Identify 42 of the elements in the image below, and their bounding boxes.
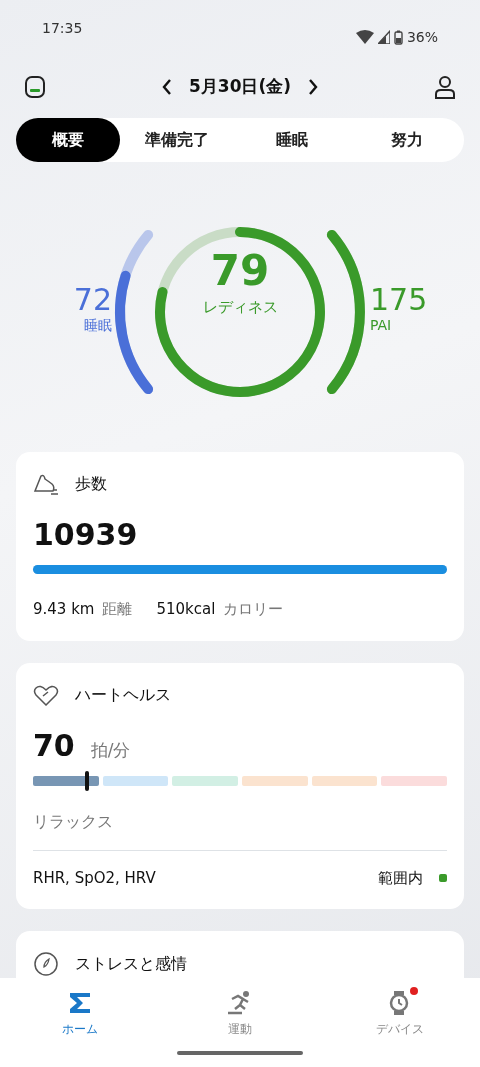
calories-value: 510kcal	[156, 599, 216, 620]
gauge-icon	[33, 951, 59, 977]
shoe-icon	[33, 472, 59, 496]
battery-icon	[393, 29, 403, 45]
card-title: ハートヘルス	[75, 683, 171, 706]
clock-time: 17:35	[42, 19, 83, 38]
tab[interactable]: 概要	[16, 118, 120, 162]
tab[interactable]: 努力	[349, 118, 464, 162]
score-label: 睡眠	[84, 316, 112, 335]
nav-tab[interactable]: ホーム	[0, 978, 160, 1039]
metrics-label: RHR, SpO2, HRV	[33, 867, 156, 889]
distance-value: 9.43 km	[33, 599, 95, 620]
score-label: PAI	[370, 316, 392, 335]
card-title: 歩数	[75, 473, 107, 495]
status-label: 範囲内	[378, 867, 423, 889]
heart-health-card[interactable]: ハートヘルス 70 拍/分 リラックス RHR, SpO2, HRV 範囲内	[16, 662, 464, 909]
stress-card[interactable]: ストレスと感情	[16, 931, 464, 978]
person-icon[interactable]	[434, 75, 456, 99]
steps-value: 10939	[33, 516, 139, 554]
card-title: ストレスと感情	[75, 953, 187, 975]
steps-card[interactable]: 歩数 10939 9.43 km 距離 510kcal カロリー	[16, 452, 464, 641]
score-value: 79	[210, 250, 270, 292]
chevron-right-icon[interactable]	[307, 78, 319, 96]
nav-tab[interactable]: デバイス	[320, 978, 480, 1039]
score-value: 72	[73, 285, 112, 315]
watch-icon[interactable]	[24, 74, 46, 100]
distance-label: 距離	[102, 599, 133, 620]
heart-icon	[33, 683, 59, 706]
date-label: 5月30日(金)	[189, 75, 291, 99]
tab[interactable]: 準備完了	[120, 118, 235, 162]
zone-label: リラックス	[33, 809, 447, 851]
chevron-left-icon[interactable]	[161, 78, 173, 96]
tab[interactable]: 睡眠	[234, 118, 350, 162]
signal-icon	[377, 30, 390, 44]
battery-percent: 36%	[406, 27, 438, 47]
score-value: 175	[370, 285, 428, 315]
unit-label: 拍/分	[90, 738, 131, 762]
score-label: レディネス	[202, 297, 278, 318]
heart-rate-value: 70	[33, 726, 75, 765]
nav-tab[interactable]: 運動	[160, 978, 320, 1039]
wifi-icon	[355, 30, 374, 44]
calories-label: カロリー	[223, 599, 284, 620]
